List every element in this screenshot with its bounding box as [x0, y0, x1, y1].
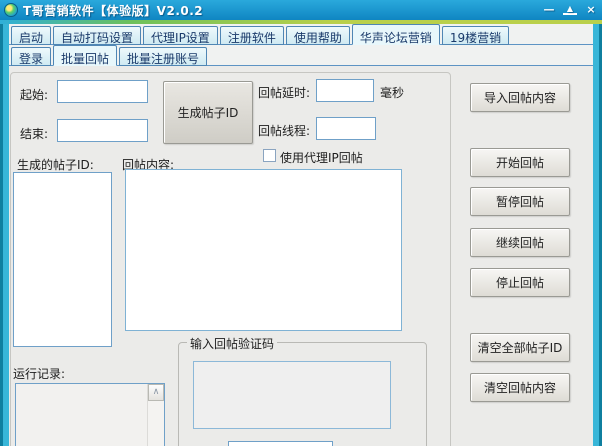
stop-reply-button[interactable]: 停止回帖: [470, 268, 570, 297]
reply-threads-input[interactable]: [316, 117, 376, 140]
tab-login[interactable]: 登录: [11, 47, 52, 66]
tab-qidong[interactable]: 启动: [11, 26, 52, 45]
generated-ids-listbox[interactable]: [13, 172, 112, 347]
start-label: 起始:: [20, 88, 49, 102]
tab-batch-register[interactable]: 批量注册账号: [119, 47, 208, 66]
tab-19lou[interactable]: 19楼营销: [441, 26, 510, 45]
run-log-box[interactable]: ∧: [15, 383, 165, 446]
window-frame-right: [593, 24, 602, 446]
continue-reply-button[interactable]: 继续回帖: [470, 228, 570, 257]
clear-reply-content-button[interactable]: 清空回帖内容: [470, 373, 570, 402]
close-icon[interactable]: ×: [584, 4, 598, 16]
app-icon: [4, 3, 18, 17]
tab-proxy-ip-settings[interactable]: 代理IP设置: [143, 26, 218, 45]
generated-ids-label: 生成的帖子ID:: [17, 158, 94, 172]
captcha-group: 输入回帖验证码: [178, 335, 427, 446]
main-tab-bar: 启动 自动打码设置 代理IP设置 注册软件 使用帮助 华声论坛营销 19楼营销: [9, 24, 593, 45]
tab-help[interactable]: 使用帮助: [285, 26, 350, 45]
use-proxy-checkbox[interactable]: [263, 149, 276, 162]
minimize-icon[interactable]: —: [542, 4, 556, 16]
window-controls: — ▲ ×: [542, 4, 598, 16]
window-frame-left: [0, 24, 9, 446]
maximize-icon[interactable]: ▲: [563, 5, 577, 15]
end-label: 结束:: [20, 127, 49, 141]
start-reply-button[interactable]: 开始回帖: [470, 148, 570, 177]
sub-tab-bar: 登录 批量回帖 批量注册账号: [9, 45, 593, 66]
title-bar: T哥营销软件【体验版】V2.0.2 — ▲ ×: [0, 0, 602, 20]
captcha-image-box: [193, 361, 391, 429]
reply-threads-label: 回帖线程:: [258, 124, 311, 138]
tab-batch-reply[interactable]: 批量回帖: [53, 45, 118, 66]
import-reply-content-button[interactable]: 导入回帖内容: [470, 83, 570, 112]
window-title: T哥营销软件【体验版】V2.0.2: [23, 3, 204, 18]
run-log-label: 运行记录:: [13, 367, 66, 381]
tab-register-software[interactable]: 注册软件: [219, 26, 284, 45]
reply-delay-input[interactable]: [316, 79, 374, 102]
scroll-up-icon[interactable]: ∧: [148, 384, 164, 401]
app-window: T哥营销软件【体验版】V2.0.2 — ▲ × 启动 自动打码设置 代理IP设置…: [0, 0, 602, 446]
tab-huasheng-forum[interactable]: 华声论坛营销: [351, 24, 440, 45]
end-id-input[interactable]: [57, 119, 148, 142]
milliseconds-label: 毫秒: [380, 86, 405, 100]
generate-post-id-button[interactable]: 生成帖子ID: [163, 81, 253, 144]
tab-auto-captcha-settings[interactable]: 自动打码设置: [53, 26, 142, 45]
captcha-group-label: 输入回帖验证码: [187, 335, 278, 352]
reply-content-textarea[interactable]: [125, 169, 402, 331]
clear-all-post-ids-button[interactable]: 清空全部帖子ID: [470, 333, 570, 362]
pause-reply-button[interactable]: 暂停回帖: [470, 187, 570, 216]
start-id-input[interactable]: [57, 80, 148, 103]
captcha-input[interactable]: [228, 441, 333, 446]
use-proxy-label: 使用代理IP回帖: [280, 151, 363, 165]
run-log-scrollbar[interactable]: ∧: [147, 384, 164, 446]
reply-delay-label: 回帖延时:: [258, 86, 311, 100]
